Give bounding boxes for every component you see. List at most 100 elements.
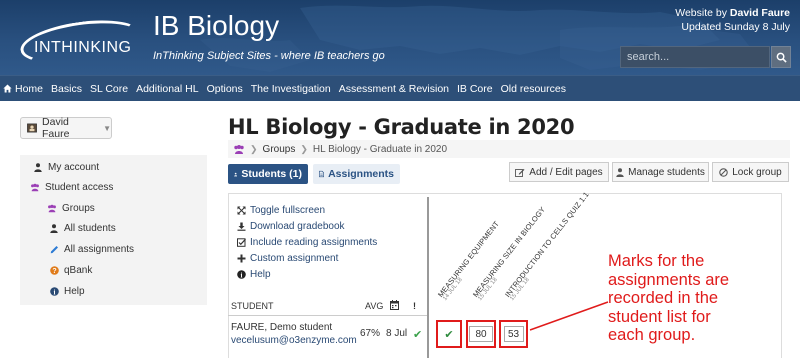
sidebar-item-help[interactable]: i Help xyxy=(49,286,85,297)
nav-old-resources[interactable]: Old resources xyxy=(497,76,570,102)
site-author-line: Website by David Faure xyxy=(675,6,790,20)
user-icon xyxy=(234,172,238,176)
nav-home-label: Home xyxy=(15,82,44,95)
meta-author[interactable]: David Faure xyxy=(730,7,790,19)
annotation-line: assignments are xyxy=(608,270,730,289)
manage-students-label: Manage students xyxy=(628,166,705,178)
mark-cell-measuring-size[interactable]: 80 xyxy=(466,320,496,348)
search-icon xyxy=(776,52,787,63)
student-column-header[interactable]: STUDENT xyxy=(231,301,274,311)
logo-text: INTHINKING xyxy=(34,39,132,56)
tool-link-label: Include reading assignments xyxy=(250,237,378,248)
users-icon xyxy=(47,204,57,213)
tool-link-label: Custom assignment xyxy=(250,253,339,264)
tab-assignments[interactable]: Assignments xyxy=(313,164,400,184)
custom-assignment-link[interactable]: Custom assignment xyxy=(236,253,338,264)
breadcrumb-current: HL Biology - Graduate in 2020 xyxy=(312,143,448,155)
student-date: 8 Jul xyxy=(386,328,408,339)
info-icon: i xyxy=(49,287,59,296)
sidebar-item-qbank[interactable]: ? qBank xyxy=(49,265,92,276)
nav-sl-core[interactable]: SL Core xyxy=(86,76,132,102)
annotation-line: Marks for the xyxy=(608,252,705,270)
tagline-rest: Subject Sites - where IB teachers go xyxy=(206,50,385,62)
sidebar-item-label: Student access xyxy=(45,182,114,193)
sidebar-item-label: All students xyxy=(64,223,116,234)
site-title[interactable]: IB Biology xyxy=(153,10,279,42)
document-icon xyxy=(319,170,324,178)
sidebar-item-groups[interactable]: Groups xyxy=(47,203,95,214)
download-icon xyxy=(236,222,246,231)
mark-cell-measuring-equipment[interactable]: ✔ xyxy=(436,320,462,348)
toggle-fullscreen-link[interactable]: Toggle fullscreen xyxy=(236,205,325,216)
svg-text:i: i xyxy=(240,271,242,279)
nav-home[interactable]: Home xyxy=(0,76,47,102)
user-icon xyxy=(33,163,43,172)
user-menu-name: David Faure xyxy=(42,116,70,140)
student-avg: 67% xyxy=(360,328,381,339)
annotation-line: each group. xyxy=(608,326,696,344)
breadcrumb: ❯ Groups ❯ HL Biology - Graduate in 2020 xyxy=(228,140,790,158)
download-gradebook-link[interactable]: Download gradebook xyxy=(236,221,345,232)
nav-assessment-revision[interactable]: Assessment & Revision xyxy=(335,76,453,102)
search-input[interactable] xyxy=(621,47,769,67)
student-email[interactable]: vecelusum@o3enzyme.com xyxy=(231,335,357,346)
sidebar-item-label: Help xyxy=(64,286,85,297)
nav-additional-hl[interactable]: Additional HL xyxy=(132,76,202,102)
breadcrumb-groups[interactable]: Groups xyxy=(263,144,296,155)
check-icon: ✔ xyxy=(444,328,454,341)
add-edit-pages-label: Add / Edit pages xyxy=(529,166,603,178)
nav-options[interactable]: Options xyxy=(203,76,247,102)
meta-updated: Updated Sunday 8 July xyxy=(681,21,790,33)
annotation-line: student list for xyxy=(608,307,711,326)
ban-icon xyxy=(719,167,729,177)
svg-text:?: ? xyxy=(52,268,56,275)
site-tagline: InThinking Subject Sites - where IB teac… xyxy=(153,50,385,62)
lock-group-button[interactable]: Lock group xyxy=(712,162,789,182)
expand-icon xyxy=(236,206,246,215)
site-meta: Website by David Faure Updated Sunday 8 … xyxy=(675,6,790,34)
add-edit-pages-button[interactable]: Add / Edit pages xyxy=(509,162,609,182)
sidebar-item-all-assignments[interactable]: All assignments xyxy=(49,244,134,255)
gradebook-divider xyxy=(427,197,429,358)
header-rule xyxy=(228,315,427,316)
calendar-icon[interactable] xyxy=(390,300,399,312)
pencil-icon xyxy=(49,245,59,254)
search-button[interactable] xyxy=(771,46,791,68)
home-icon xyxy=(3,84,12,93)
student-name[interactable]: FAURE, Demo student xyxy=(231,322,332,333)
include-reading-link[interactable]: Include reading assignments xyxy=(236,237,377,248)
users-icon xyxy=(30,183,40,192)
sidebar-item-all-students[interactable]: All students xyxy=(49,223,116,234)
exclamation-column-header[interactable]: ! xyxy=(413,301,416,311)
user-menu-button[interactable]: David Faure ▼ xyxy=(20,116,112,140)
info-icon: i xyxy=(236,270,246,279)
tab-students[interactable]: Students (1) xyxy=(228,164,308,184)
nav-basics[interactable]: Basics xyxy=(47,76,86,102)
tab-students-label: Students (1) xyxy=(241,168,302,180)
mark-cell-cells-quiz[interactable]: 53 xyxy=(499,320,528,348)
chevron-right-icon: ❯ xyxy=(250,143,258,154)
user-icon xyxy=(616,167,624,177)
nav-ib-core[interactable]: IB Core xyxy=(453,76,497,102)
sidebar-item-student-access[interactable]: Student access xyxy=(30,182,113,193)
tab-assignments-label: Assignments xyxy=(328,168,394,180)
page-title: HL Biology - Graduate in 2020 xyxy=(228,115,575,139)
meta-prefix: Website by xyxy=(675,7,727,19)
user-card-icon xyxy=(27,123,37,133)
annotation-text: Marks for the assignments are recorded i… xyxy=(608,252,729,345)
nav-the-investigation[interactable]: The Investigation xyxy=(247,76,335,102)
main-nav: Home Basics SL Core Additional HL Option… xyxy=(0,75,800,101)
edit-icon xyxy=(515,168,525,177)
gradebook-help-link[interactable]: i Help xyxy=(236,269,271,280)
svg-text:i: i xyxy=(53,288,55,296)
manage-students-button[interactable]: Manage students xyxy=(612,162,709,182)
mark-value: 80 xyxy=(469,326,493,342)
check-icon: ✔ xyxy=(413,329,423,341)
avg-column-header[interactable]: AVG xyxy=(365,301,383,311)
sidebar-item-my-account[interactable]: My account xyxy=(33,162,99,173)
tool-link-label: Toggle fullscreen xyxy=(250,205,326,216)
sidebar-item-label: qBank xyxy=(64,265,93,276)
checkbox-icon xyxy=(236,238,246,247)
annotation-pointer-line xyxy=(529,301,609,331)
search-box xyxy=(620,46,770,68)
